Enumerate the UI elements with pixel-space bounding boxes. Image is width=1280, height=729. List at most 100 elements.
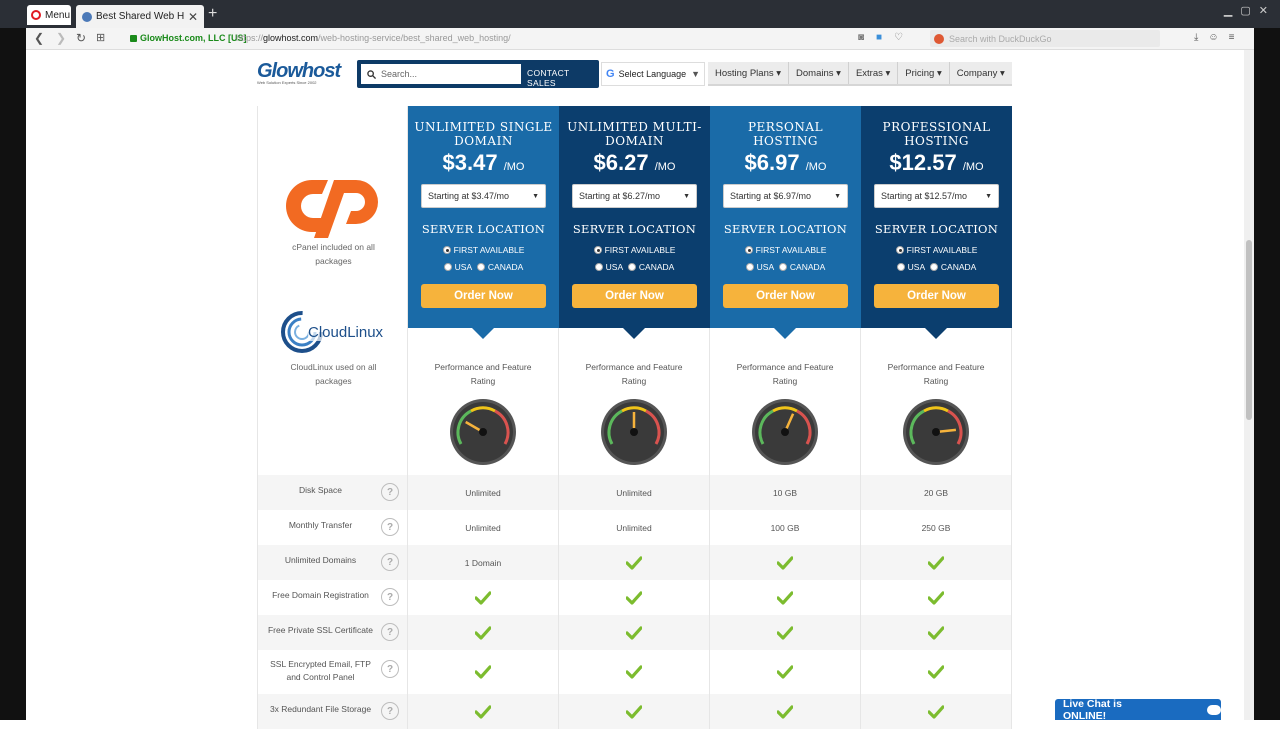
caret-down-icon: ▼ <box>985 192 992 200</box>
desktop-right <box>1254 28 1280 720</box>
billing-term-value: Starting at $6.27/mo <box>579 191 661 201</box>
browser-tab-bar: Menu Best Shared Web Hosting S ✕ + ▁ ▢ ✕ <box>0 0 1280 28</box>
rating-label-line-1: Performance and Feature <box>887 362 985 372</box>
glowhost-logo[interactable]: Glowhost Web Solution Experts Since 2002 <box>257 60 347 88</box>
radio-first-available-label: FIRST AVAILABLE <box>604 245 676 255</box>
radio-canada[interactable] <box>929 262 938 271</box>
toolbar-right-icons: ⤓ ☺ ≡ <box>1194 32 1234 43</box>
speed-dial-icon[interactable]: ⊞ <box>96 31 105 44</box>
billing-term-select[interactable]: Starting at $12.57/mo ▼ <box>874 184 999 208</box>
feature-cell-value: 20 GB <box>861 475 1012 510</box>
feature-label: Free Domain Registration <box>258 589 383 602</box>
language-label: Select Language <box>618 69 687 79</box>
order-now-button[interactable]: Order Now <box>723 284 848 308</box>
radio-canada[interactable] <box>476 262 485 271</box>
radio-first-available-label: FIRST AVAILABLE <box>453 245 525 255</box>
plan-name-line-2: HOSTING <box>904 134 969 148</box>
feature-row: 3x Redundant File Storage ? <box>257 694 1012 729</box>
nav-pricing[interactable]: Pricing ▾ <box>898 62 950 84</box>
url-prefix: https:// <box>236 33 264 43</box>
forward-icon[interactable]: ❯ <box>56 31 66 45</box>
radio-first-available[interactable] <box>442 245 451 254</box>
search-placeholder-text: Search... <box>381 69 418 79</box>
performance-gauge-icon <box>601 399 667 465</box>
price-period: /MO <box>654 161 676 173</box>
help-icon[interactable]: ? <box>381 660 399 678</box>
help-icon[interactable]: ? <box>381 553 399 571</box>
radio-first-available[interactable] <box>744 245 753 254</box>
radio-usa[interactable] <box>896 262 905 271</box>
radio-canada-label: CANADA <box>638 262 675 272</box>
download-icon[interactable]: ⤓ <box>1194 32 1198 43</box>
address-bar: ❮ ❯ ↻ ⊞ GlowHost.com, LLC [US] https://g… <box>26 28 1254 50</box>
site-search-input[interactable]: Search... <box>361 64 521 84</box>
account-icon[interactable]: ☺ <box>1208 32 1218 43</box>
feature-cell-check <box>710 615 861 650</box>
feature-cell-value: Unlimited <box>559 510 710 545</box>
rating-label-line-2: Rating <box>621 376 647 386</box>
feature-label-line-1: Free Private SSL Certificate <box>267 625 374 635</box>
site-main-nav: Hosting Plans ▾ Domains ▾ Extras ▾ Prici… <box>708 62 1012 86</box>
radio-usa[interactable] <box>745 262 754 271</box>
billing-term-select[interactable]: Starting at $3.47/mo ▼ <box>421 184 546 208</box>
billing-term-select[interactable]: Starting at $6.27/mo ▼ <box>572 184 697 208</box>
reload-icon[interactable]: ↻ <box>76 31 86 45</box>
url-field[interactable]: https://glowhost.com/web-hosting-service… <box>236 33 511 43</box>
page-scrollbar[interactable] <box>1244 50 1254 720</box>
back-icon[interactable]: ❮ <box>34 31 44 45</box>
secure-badge[interactable]: GlowHost.com, LLC [US] <box>130 33 247 43</box>
feature-cell-check <box>559 694 710 729</box>
camera-icon[interactable]: ◙ <box>858 32 864 43</box>
nav-company[interactable]: Company ▾ <box>950 62 1012 84</box>
new-tab-icon[interactable]: + <box>208 5 217 23</box>
help-icon[interactable]: ? <box>381 702 399 720</box>
help-icon[interactable]: ? <box>381 623 399 641</box>
feature-row: Disk Space ? Unlimited Unlimited 10 GB 20 G… <box>257 475 1012 510</box>
cloudlinux-caption: CloudLinux used on all packages <box>258 360 409 388</box>
radio-first-available[interactable] <box>593 245 602 254</box>
shield-icon[interactable]: ■ <box>876 32 882 43</box>
duckduckgo-search-field[interactable]: Search with DuckDuckGo <box>930 30 1160 47</box>
performance-gauge-icon <box>903 399 969 465</box>
maximize-icon[interactable]: ▢ <box>1240 4 1250 17</box>
order-now-button[interactable]: Order Now <box>421 284 546 308</box>
radio-canada[interactable] <box>778 262 787 271</box>
radio-first-available[interactable] <box>895 245 904 254</box>
browser-tab[interactable]: Best Shared Web Hosting S ✕ <box>76 5 204 28</box>
nav-domains[interactable]: Domains ▾ <box>789 62 849 84</box>
help-icon[interactable]: ? <box>381 483 399 501</box>
radio-usa[interactable] <box>443 262 452 271</box>
order-now-button[interactable]: Order Now <box>572 284 697 308</box>
radio-usa[interactable] <box>594 262 603 271</box>
check-icon <box>475 704 491 719</box>
feature-cell-value: Unlimited <box>559 475 710 510</box>
opera-menu-button[interactable]: Menu <box>27 5 71 25</box>
contact-sales-button[interactable]: CONTACT SALES <box>527 68 599 88</box>
help-icon[interactable]: ? <box>381 588 399 606</box>
minimize-icon[interactable]: ▁ <box>1224 4 1232 17</box>
plan-name-line-2: DOMAIN <box>605 134 664 148</box>
check-icon <box>626 555 642 570</box>
order-now-button[interactable]: Order Now <box>874 284 999 308</box>
server-location-options: FIRST AVAILABLE USA CANADA <box>559 242 710 276</box>
opera-logo-icon <box>31 10 41 20</box>
close-tab-icon[interactable]: ✕ <box>188 10 198 24</box>
nav-extras[interactable]: Extras ▾ <box>849 62 899 84</box>
cloudlinux-wordmark: CloudLinux <box>308 323 384 341</box>
scroll-thumb[interactable] <box>1246 240 1252 420</box>
feature-label-cell: Free Private SSL Certificate ? <box>257 615 408 650</box>
plan-name-line-1: PERSONAL <box>747 120 824 134</box>
help-icon[interactable]: ? <box>381 518 399 536</box>
rating-cell-3: Performance and Feature Rating <box>710 328 861 476</box>
nav-hosting-plans[interactable]: Hosting Plans ▾ <box>708 62 790 84</box>
billing-term-select[interactable]: Starting at $6.97/mo ▼ <box>723 184 848 208</box>
duckduckgo-icon <box>934 33 944 44</box>
menu-icon[interactable]: ≡ <box>1229 32 1235 43</box>
radio-canada[interactable] <box>627 262 636 271</box>
live-chat-button[interactable]: Live Chat is ONLINE! <box>1055 698 1221 722</box>
heart-icon[interactable]: ♡ <box>894 32 903 43</box>
language-select[interactable]: G Select Language ▼ <box>601 62 705 86</box>
plan-name-line-1: UNLIMITED SINGLE <box>414 120 553 134</box>
close-window-icon[interactable]: ✕ <box>1259 4 1268 17</box>
feature-row: SSL Encrypted Email, FTP and Control Pan… <box>257 650 1012 694</box>
